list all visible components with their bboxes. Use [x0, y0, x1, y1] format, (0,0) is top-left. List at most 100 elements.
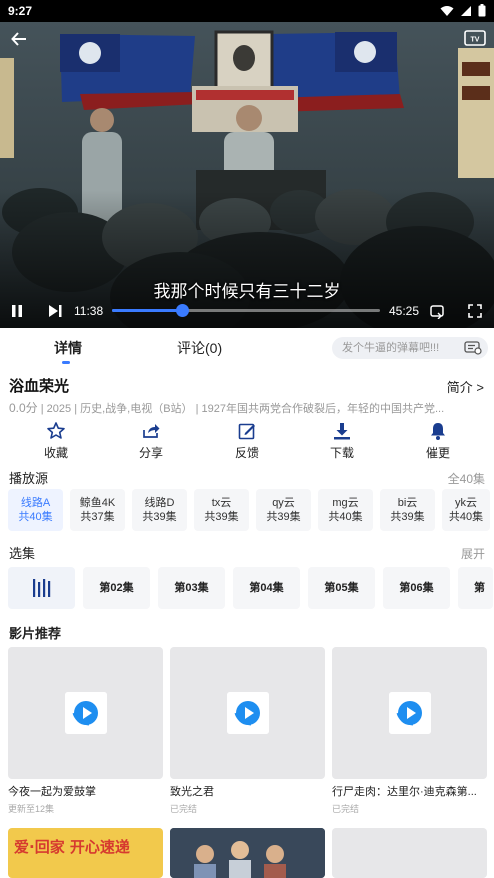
recommend-card[interactable] — [332, 828, 487, 878]
source-name: yk云 — [455, 497, 477, 509]
episode-item[interactable]: 第03集 — [158, 567, 225, 609]
current-time: 11:38 — [74, 304, 104, 318]
source-chip[interactable]: 鲸鱼4K 共37集 — [70, 489, 125, 531]
source-count: 共40集 — [18, 511, 53, 523]
recommend-poster — [332, 647, 487, 779]
back-button[interactable] — [10, 30, 34, 54]
recommend-title: 影片推荐 — [9, 626, 62, 641]
share-label: 分享 — [138, 446, 163, 460]
app-logo-icon — [65, 692, 107, 734]
bell-icon — [431, 423, 445, 440]
danmaku-settings-icon[interactable] — [464, 341, 482, 355]
feedback-label: 反馈 — [234, 446, 259, 460]
favorite-button[interactable]: 收藏 — [26, 421, 86, 461]
urge-update-button[interactable]: 催更 — [408, 421, 468, 461]
recommend-name: 行尸走肉：达里尔·迪克森第... — [332, 786, 477, 798]
source-chip[interactable]: mg云共40集 — [318, 489, 373, 531]
recommend-card[interactable]: 行尸走肉：达里尔·迪克森第... 已完结 — [332, 647, 487, 815]
source-chip[interactable]: qy云共39集 — [256, 489, 311, 531]
recommend-card[interactable]: 爱·回家 开心速递 — [8, 828, 163, 878]
episode-item[interactable]: 第05集 — [308, 567, 375, 609]
source-chip[interactable]: yk云共40集 — [442, 489, 490, 531]
source-count: 共40集 — [328, 511, 363, 523]
source-name: mg云 — [332, 497, 359, 509]
status-icons — [440, 4, 486, 17]
source-name: bi云 — [397, 497, 418, 509]
recommend-name: 致光之君 — [170, 786, 214, 798]
star-icon — [47, 422, 65, 439]
intro-link[interactable]: 简介 > — [447, 377, 484, 396]
playing-indicator-icon — [32, 579, 50, 598]
download-button[interactable]: 下载 — [312, 421, 372, 461]
video-player[interactable]: TV 我那个时候只有三十二岁 11:38 45:25 — [0, 22, 494, 328]
episode-item[interactable]: 第04集 — [233, 567, 300, 609]
edit-icon — [238, 423, 255, 440]
recommend-card[interactable]: 今夜一起为爱鼓掌 更新至12集 — [8, 647, 163, 815]
download-icon — [334, 423, 350, 440]
rotate-button[interactable] — [429, 298, 445, 324]
video-meta-text: | 2025 | 历史,战争,电视（B站） | 1927年国共两党合作破裂后，年… — [40, 403, 445, 415]
share-icon — [143, 424, 160, 438]
source-name: qy云 — [272, 497, 295, 509]
source-chip[interactable]: tx云 共39集 — [194, 489, 249, 531]
battery-icon — [478, 4, 486, 17]
recommend-poster — [170, 647, 325, 779]
tab-details[interactable]: 详情 — [54, 338, 82, 358]
app-logo-icon — [389, 692, 431, 734]
total-time: 45:25 — [389, 304, 420, 318]
download-label: 下载 — [329, 446, 354, 460]
feedback-button[interactable]: 反馈 — [217, 421, 277, 461]
episode-item[interactable]: 第07集 — [458, 567, 493, 609]
recommend-card[interactable]: 致光之君 已完结 — [170, 647, 325, 815]
source-name: 线路D — [144, 497, 175, 509]
next-episode-button[interactable] — [47, 298, 63, 324]
source-count: 共37集 — [80, 511, 115, 523]
progress-slider[interactable] — [112, 304, 380, 317]
recommend-list-row2: 爱·回家 开心速递 — [8, 828, 487, 878]
source-chip[interactable]: 线路A 共40集 — [8, 489, 63, 531]
recommend-poster-image — [170, 828, 325, 878]
progress-knob[interactable] — [175, 304, 189, 317]
share-button[interactable]: 分享 — [121, 421, 181, 461]
episodes-expand[interactable]: 展开 — [461, 545, 485, 562]
recommend-card[interactable] — [170, 828, 325, 878]
player-controls: 11:38 45:25 — [0, 298, 494, 324]
urge-update-label: 催更 — [425, 446, 450, 460]
episode-item[interactable]: 第02集 — [83, 567, 150, 609]
pause-icon — [12, 305, 22, 317]
recommend-list: 今夜一起为爱鼓掌 更新至12集 致光之君 已完结 行尸走肉：达里尔·迪克森第..… — [8, 647, 487, 815]
source-name: tx云 — [211, 497, 232, 509]
recommend-poster — [8, 647, 163, 779]
video-score: 0.0分 — [9, 401, 38, 415]
source-chip[interactable]: 线路D 共39集 — [132, 489, 187, 531]
episode-list: 第02集 第03集 第04集 第05集 第06集 第07集 — [8, 567, 493, 609]
progress-fill — [112, 309, 182, 312]
recommend-status: 已完结 — [332, 804, 360, 814]
source-count: 共39集 — [390, 511, 425, 523]
episode-item[interactable]: 第06集 — [383, 567, 450, 609]
danmaku-input[interactable]: 发个牛逼的弹幕吧!!! — [332, 337, 488, 359]
source-count: 共40集 — [448, 511, 484, 523]
episodes-title: 选集 — [9, 546, 36, 561]
sources-title: 播放源 — [9, 471, 49, 486]
detail-tabs: 详情 评论(0) 发个牛逼的弹幕吧!!! — [0, 330, 494, 366]
rotate-screen-icon — [430, 305, 444, 319]
recommend-poster-text: 爱·回家 开心速递 — [14, 838, 130, 856]
source-chip[interactable]: bi云共39集 — [380, 489, 435, 531]
status-time: 9:27 — [8, 4, 33, 18]
episode-playing[interactable] — [8, 567, 75, 609]
action-bar: 收藏 分享 反馈 下载 催更 — [0, 421, 494, 465]
recommend-status: 更新至12集 — [8, 804, 55, 814]
source-name: 线路A — [20, 497, 51, 509]
tab-comments[interactable]: 评论(0) — [177, 338, 222, 358]
sources-more[interactable]: 全40集 — [448, 470, 485, 487]
source-list: 线路A 共40集 鲸鱼4K 共37集 线路D 共39集 tx云 共39集 qy云 共39集… — [8, 489, 490, 531]
danmaku-placeholder: 发个牛逼的弹幕吧!!! — [342, 342, 440, 354]
cast-tv-button[interactable]: TV — [464, 28, 486, 50]
favorite-label: 收藏 — [43, 446, 68, 460]
source-name: 鲸鱼4K — [79, 497, 116, 509]
source-count: 共39集 — [266, 511, 301, 523]
fullscreen-button[interactable] — [468, 298, 482, 324]
pause-button[interactable] — [10, 298, 24, 324]
arrow-left-icon — [11, 32, 26, 46]
